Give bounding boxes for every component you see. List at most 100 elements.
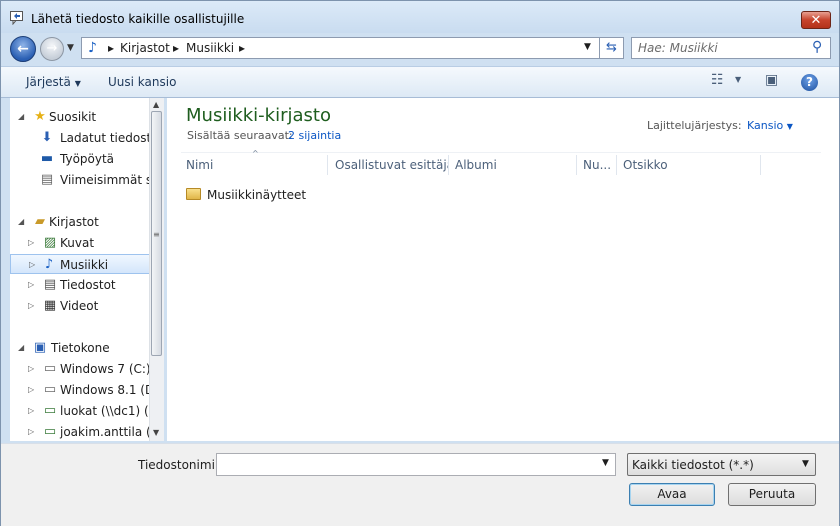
star-icon: ★ — [34, 109, 46, 124]
sidebar-item-videot[interactable]: ▷ ▦ Videot — [28, 296, 164, 316]
scroll-down-icon[interactable]: ▼ — [153, 428, 159, 437]
dialog-footer: Tiedostonimi: ▼ Kaikki tiedostot (*.*) ▼… — [1, 443, 839, 526]
collapsed-icon[interactable]: ▷ — [28, 359, 38, 379]
computer-icon: ▣ — [33, 340, 47, 355]
column-header-title[interactable]: Otsikko — [623, 155, 761, 175]
column-header-album[interactable]: Albumi — [455, 155, 577, 175]
help-icon[interactable]: ? — [801, 74, 818, 91]
locations-link[interactable]: 2 sijaintia — [288, 129, 341, 142]
navigation-pane: ◢ ★ Suosikit ⬇ Ladatut tiedostot ▬ Työpö… — [10, 98, 164, 441]
library-title: Musiikki-kirjasto — [186, 105, 331, 126]
arrange-by-dropdown[interactable]: Kansio ▼ — [747, 119, 793, 132]
sidebar-item-suosikit[interactable]: ◢ ★ Suosikit — [18, 107, 158, 127]
sidebar-item-label: Kuvat — [60, 236, 95, 250]
sidebar-item-kirjastot[interactable]: ◢ ▰ Kirjastot — [18, 212, 158, 232]
collapsed-icon[interactable]: ▷ — [28, 401, 38, 421]
preview-pane-icon[interactable]: ▣ — [765, 72, 778, 88]
back-arrow-icon: ← — [17, 41, 29, 57]
chevron-down-icon: ▼ — [802, 459, 809, 469]
column-header-number[interactable]: Nu... — [583, 155, 617, 175]
search-icon[interactable]: ⚲ — [812, 39, 822, 55]
refresh-button[interactable]: ⇆ — [599, 37, 624, 59]
grip-icon: ≡ — [153, 230, 160, 239]
music-icon: ♪ — [88, 40, 97, 56]
includes-label: Sisältää seuraavat: — [187, 129, 293, 142]
sidebar-item-tietokone[interactable]: ◢ ▣ Tietokone — [18, 338, 158, 358]
column-header-name[interactable]: Nimi — [186, 155, 328, 175]
sidebar-item-musiikki[interactable]: ▷ ♪ Musiikki — [10, 254, 150, 274]
refresh-icon: ⇆ — [606, 40, 617, 55]
recent-places-icon: ▤ — [40, 172, 54, 187]
collapsed-icon[interactable]: ▷ — [28, 422, 38, 441]
collapsed-icon[interactable]: ▷ — [28, 296, 38, 316]
sidebar-item-viimeisimmat[interactable]: ▤ Viimeisimmät sijainnit — [28, 170, 164, 190]
sidebar-item-label: joakim.anttila (\\ — [60, 425, 159, 439]
scroll-up-icon[interactable]: ▲ — [153, 100, 159, 109]
file-name: Musiikkinäytteet — [207, 188, 307, 202]
forward-arrow-icon: → — [46, 41, 58, 56]
open-button[interactable]: Avaa — [629, 483, 715, 506]
sidebar-item-label: Musiikki — [60, 258, 109, 272]
expanded-icon[interactable]: ◢ — [18, 107, 28, 127]
view-options-icon[interactable]: ☷ — [711, 72, 724, 88]
chevron-right-icon[interactable]: ▸ — [173, 41, 179, 55]
filetype-select[interactable]: Kaikki tiedostot (*.*) ▼ — [627, 453, 816, 476]
pictures-icon: ▨ — [43, 235, 57, 250]
collapsed-icon[interactable]: ▷ — [28, 233, 38, 253]
expanded-icon[interactable]: ◢ — [18, 338, 28, 358]
address-dropdown-icon[interactable]: ▼ — [584, 42, 591, 52]
filetype-value: Kaikki tiedostot (*.*) — [632, 458, 754, 472]
address-bar[interactable]: ♪ ▸ Kirjastot ▸ Musiikki ▸ ▼ — [81, 37, 600, 59]
sidebar-item-label: Tiedostot — [60, 278, 116, 292]
divider — [181, 152, 821, 153]
breadcrumb-kirjastot[interactable]: Kirjastot — [120, 41, 170, 55]
videos-icon: ▦ — [43, 298, 57, 313]
chevron-down-icon: ▼ — [786, 122, 793, 131]
drive-icon: ▭ — [43, 361, 57, 376]
back-button[interactable]: ← — [10, 36, 36, 62]
chevron-right-icon[interactable]: ▸ — [108, 41, 114, 55]
collapsed-icon[interactable]: ▷ — [29, 255, 39, 275]
documents-icon: ▤ — [43, 277, 57, 292]
sidebar-item-label: Suosikit — [49, 110, 97, 124]
sidebar-item-tiedostot[interactable]: ▷ ▤ Tiedostot — [28, 275, 164, 295]
app-icon — [10, 11, 23, 25]
forward-button[interactable]: → — [40, 37, 64, 61]
sidebar-item-ladatut[interactable]: ⬇ Ladatut tiedostot — [28, 128, 164, 148]
filename-dropdown-icon[interactable]: ▼ — [602, 458, 609, 468]
drive-icon: ▭ — [43, 382, 57, 397]
close-button[interactable]: ✕ — [801, 11, 831, 29]
organize-label: Järjestä — [26, 75, 71, 89]
command-toolbar: Järjestä ▼ Uusi kansio ☷ ▼ ▣ ? — [1, 66, 839, 98]
collapsed-icon[interactable]: ▷ — [28, 380, 38, 400]
sidebar-item-drive-d[interactable]: ▷ ▭ Windows 8.1 (D:) — [28, 380, 164, 400]
sidebar-item-label: Kirjastot — [49, 215, 99, 229]
chevron-down-icon: ▼ — [74, 79, 81, 88]
sidebar-item-joakim[interactable]: ▷ ▭ joakim.anttila (\\ — [28, 422, 164, 441]
sidebar-item-drive-k[interactable]: ▷ ▭ luokat (\\dc1) (K: — [28, 401, 164, 421]
sidebar-item-label: Työpöytä — [60, 152, 115, 166]
filename-label: Tiedostonimi: — [138, 458, 219, 472]
network-drive-icon: ▭ — [43, 424, 57, 439]
filename-field[interactable]: ▼ — [216, 453, 616, 476]
view-dropdown-icon[interactable]: ▼ — [735, 75, 741, 84]
organize-button[interactable]: Järjestä ▼ — [26, 75, 81, 89]
navigation-scrollbar[interactable]: ▲ ≡ ▼ — [149, 98, 164, 441]
desktop-icon: ▬ — [40, 151, 54, 166]
search-box[interactable]: ⚲ — [631, 37, 831, 59]
cancel-button[interactable]: Peruuta — [728, 483, 816, 506]
network-drive-icon: ▭ — [43, 403, 57, 418]
column-header-artists[interactable]: Osallistuvat esittäjät — [335, 155, 449, 175]
chevron-right-icon[interactable]: ▸ — [239, 41, 245, 55]
collapsed-icon[interactable]: ▷ — [28, 275, 38, 295]
new-folder-button[interactable]: Uusi kansio — [108, 75, 176, 89]
sidebar-item-kuvat[interactable]: ▷ ▨ Kuvat — [28, 233, 164, 253]
breadcrumb-musiikki[interactable]: Musiikki — [186, 41, 234, 55]
sidebar-item-label: luokat (\\dc1) (K: — [60, 404, 161, 418]
search-input[interactable] — [638, 40, 808, 56]
sidebar-item-label: Videot — [60, 299, 99, 313]
history-dropdown-icon[interactable]: ▼ — [67, 43, 74, 53]
sidebar-item-drive-c[interactable]: ▷ ▭ Windows 7 (C:) — [28, 359, 164, 379]
expanded-icon[interactable]: ◢ — [18, 212, 28, 232]
sidebar-item-tyopoyta[interactable]: ▬ Työpöytä — [28, 149, 164, 169]
